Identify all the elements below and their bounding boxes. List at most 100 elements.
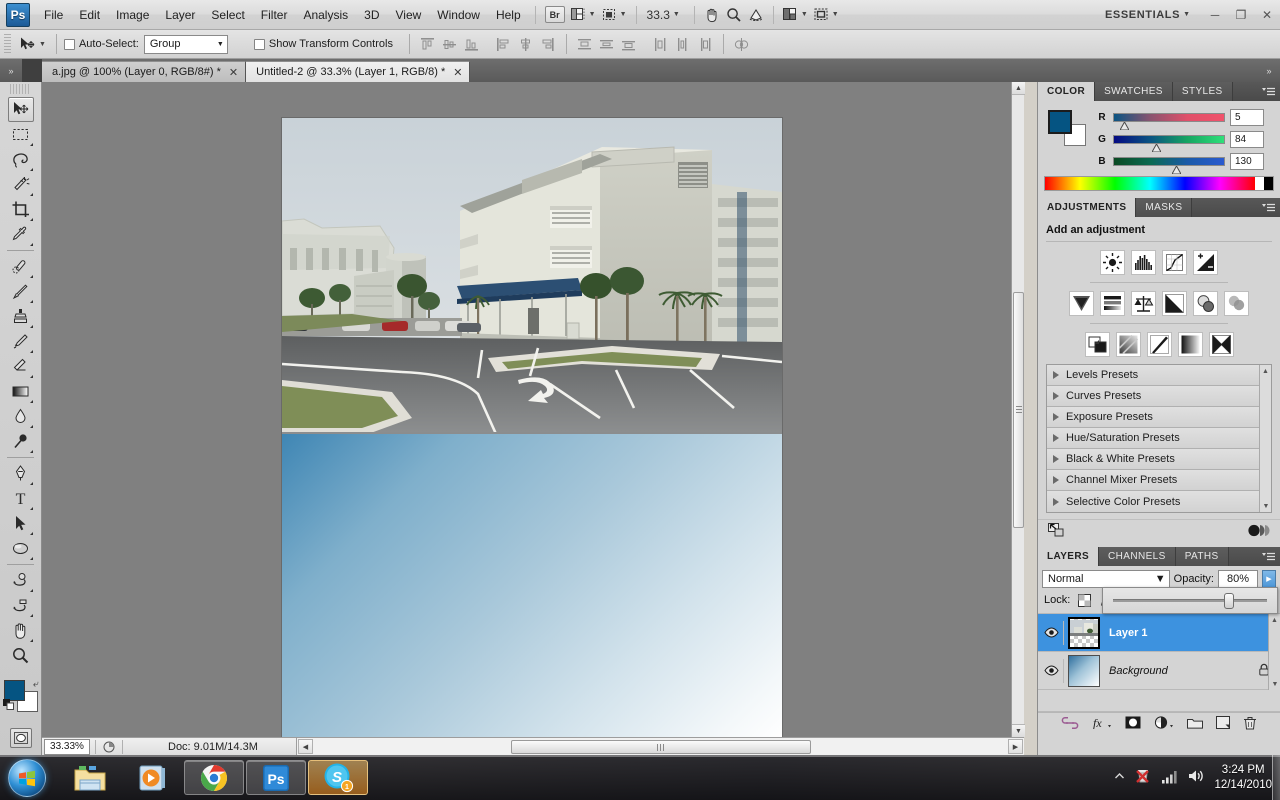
taskbar-windows-media-player[interactable] bbox=[122, 760, 182, 795]
menu-3d[interactable]: 3D bbox=[356, 4, 387, 26]
color-panel-menu-button[interactable] bbox=[1260, 86, 1276, 98]
opacity-field[interactable]: 80% bbox=[1218, 569, 1258, 588]
align-top-edges-button[interactable] bbox=[419, 35, 437, 53]
toggle-layer-visibility-button[interactable] bbox=[1248, 524, 1270, 540]
menu-window[interactable]: Window bbox=[429, 4, 488, 26]
channel-mixer-button[interactable] bbox=[1224, 291, 1249, 316]
3d-camera-rotate-tool[interactable] bbox=[8, 593, 34, 618]
auto-select-target-select[interactable]: Group ▼ bbox=[143, 34, 228, 54]
distribute-right-edges-button[interactable] bbox=[696, 35, 714, 53]
taskbar-skype[interactable]: S 1 bbox=[308, 760, 368, 795]
layer-thumbnail[interactable] bbox=[1068, 654, 1100, 687]
menu-analysis[interactable]: Analysis bbox=[295, 4, 356, 26]
scroll-up-button[interactable]: ▲ bbox=[1269, 614, 1280, 626]
volume-icon[interactable] bbox=[1187, 768, 1205, 787]
launch-bridge-button[interactable]: Br bbox=[542, 5, 568, 25]
levels-button[interactable] bbox=[1131, 250, 1156, 275]
tab-styles[interactable]: STYLES bbox=[1172, 82, 1233, 101]
preset-exposure[interactable]: Exposure Presets bbox=[1047, 407, 1271, 428]
current-tool-preset-button[interactable]: ▼ bbox=[16, 34, 49, 54]
threshold-button[interactable] bbox=[1146, 332, 1172, 357]
preset-selective-color[interactable]: Selective Color Presets bbox=[1047, 491, 1271, 512]
show-desktop-button[interactable] bbox=[1272, 755, 1280, 800]
taskbar-windows-explorer[interactable] bbox=[60, 760, 120, 795]
pen-tool[interactable] bbox=[8, 461, 34, 486]
distribute-top-edges-button[interactable] bbox=[576, 35, 594, 53]
blue-slider[interactable] bbox=[1113, 157, 1225, 175]
layers-scrollbar[interactable]: ▲ ▼ bbox=[1268, 614, 1280, 690]
channel-value-b[interactable]: 130 bbox=[1230, 153, 1264, 170]
layer-visibility-toggle[interactable] bbox=[1040, 620, 1064, 645]
dodge-tool[interactable] bbox=[8, 429, 34, 454]
show-transform-controls-checkbox[interactable] bbox=[253, 38, 265, 50]
blend-mode-select[interactable]: Normal ▼ bbox=[1042, 569, 1170, 588]
ellipse-shape-tool[interactable] bbox=[8, 536, 34, 561]
scroll-down-button[interactable]: ▼ bbox=[1260, 500, 1272, 512]
path-selection-tool[interactable] bbox=[8, 511, 34, 536]
new-layer-button[interactable] bbox=[1216, 716, 1230, 732]
channel-value-r[interactable]: 5 bbox=[1230, 109, 1264, 126]
scroll-down-button[interactable]: ▼ bbox=[1269, 678, 1280, 690]
view-extras-button[interactable]: ▼ bbox=[568, 5, 599, 25]
document-tab-a-jpg[interactable]: a.jpg @ 100% (Layer 0, RGB/8#) * ✕ bbox=[42, 61, 247, 82]
gradient-map-button[interactable] bbox=[1177, 332, 1203, 357]
network-icon[interactable] bbox=[1161, 769, 1178, 787]
quick-mask-mode-button[interactable] bbox=[9, 728, 32, 748]
quick-selection-tool[interactable] bbox=[8, 172, 34, 197]
canvas-area[interactable] bbox=[42, 82, 1024, 737]
blur-tool[interactable] bbox=[8, 404, 34, 429]
align-left-edges-button[interactable] bbox=[495, 35, 513, 53]
chevron-down-icon[interactable]: ▼ bbox=[1183, 11, 1190, 18]
layer-visibility-toggle[interactable] bbox=[1040, 658, 1064, 683]
opacity-slider-popup[interactable] bbox=[1102, 587, 1278, 614]
opacity-slider-toggle[interactable]: ▶ bbox=[1262, 569, 1276, 588]
new-group-button[interactable] bbox=[1187, 716, 1203, 732]
exposure-button[interactable] bbox=[1193, 250, 1218, 275]
eraser-tool[interactable] bbox=[8, 354, 34, 379]
color-balance-button[interactable] bbox=[1131, 291, 1156, 316]
document-tab-untitled-2[interactable]: Untitled-2 @ 33.3% (Layer 1, RGB/8) * ✕ bbox=[246, 61, 471, 82]
taskbar-clock[interactable]: 3:24 PM 12/14/2010 bbox=[1214, 763, 1272, 793]
black-white-button[interactable] bbox=[1162, 291, 1187, 316]
photo-filter-button[interactable] bbox=[1193, 291, 1218, 316]
swap-colors-icon[interactable]: ⤶ bbox=[33, 679, 39, 690]
history-brush-tool[interactable] bbox=[8, 329, 34, 354]
menu-help[interactable]: Help bbox=[488, 4, 529, 26]
options-bar-grip[interactable] bbox=[4, 34, 11, 54]
canvas-horizontal-scrollbar[interactable]: ◀ ▶ bbox=[296, 737, 1024, 755]
new-fill-adjustment-layer-button[interactable] bbox=[1154, 716, 1174, 732]
black-swatch[interactable] bbox=[1264, 177, 1273, 190]
posterize-button[interactable] bbox=[1115, 332, 1141, 357]
layer-row-layer-1[interactable]: Layer 1 bbox=[1038, 614, 1280, 652]
scroll-down-button[interactable]: ▼ bbox=[1012, 724, 1025, 737]
distribute-left-edges-button[interactable] bbox=[652, 35, 670, 53]
align-vertical-centers-button[interactable] bbox=[441, 35, 459, 53]
link-layers-button[interactable] bbox=[1061, 716, 1079, 732]
layer-list[interactable]: Layer 1 Background ▲ ▼ bbox=[1038, 613, 1280, 690]
adjustments-panel-menu-button[interactable] bbox=[1260, 202, 1276, 214]
3d-object-rotate-tool[interactable] bbox=[8, 568, 34, 593]
arrange-documents-button[interactable]: ▼ bbox=[780, 5, 811, 25]
slider-thumb[interactable] bbox=[1151, 142, 1162, 153]
crop-tool[interactable] bbox=[8, 197, 34, 222]
move-tool[interactable] bbox=[7, 97, 34, 122]
hand-tool[interactable] bbox=[8, 618, 34, 643]
lasso-tool[interactable] bbox=[8, 147, 34, 172]
distribute-vertical-centers-button[interactable] bbox=[598, 35, 616, 53]
antivirus-alert-icon[interactable] bbox=[1134, 767, 1152, 788]
screen-mode-button[interactable]: ▼ bbox=[599, 5, 630, 25]
gradient-tool[interactable] bbox=[8, 379, 34, 404]
auto-select-checkbox[interactable] bbox=[63, 38, 75, 50]
close-icon[interactable]: ✕ bbox=[229, 66, 238, 79]
preset-levels[interactable]: Levels Presets bbox=[1047, 365, 1271, 386]
menu-edit[interactable]: Edit bbox=[71, 4, 108, 26]
tools-panel-grip[interactable] bbox=[10, 84, 31, 94]
hue-saturation-button[interactable] bbox=[1100, 291, 1125, 316]
default-colors-icon[interactable] bbox=[2, 699, 14, 713]
menu-layer[interactable]: Layer bbox=[157, 4, 203, 26]
align-bottom-edges-button[interactable] bbox=[463, 35, 481, 53]
return-to-adjustment-list-button[interactable] bbox=[1048, 523, 1064, 540]
layer-thumbnail[interactable] bbox=[1068, 616, 1100, 649]
workspace-switcher[interactable]: ESSENTIALS bbox=[1105, 9, 1180, 21]
tab-color[interactable]: COLOR bbox=[1038, 82, 1096, 101]
